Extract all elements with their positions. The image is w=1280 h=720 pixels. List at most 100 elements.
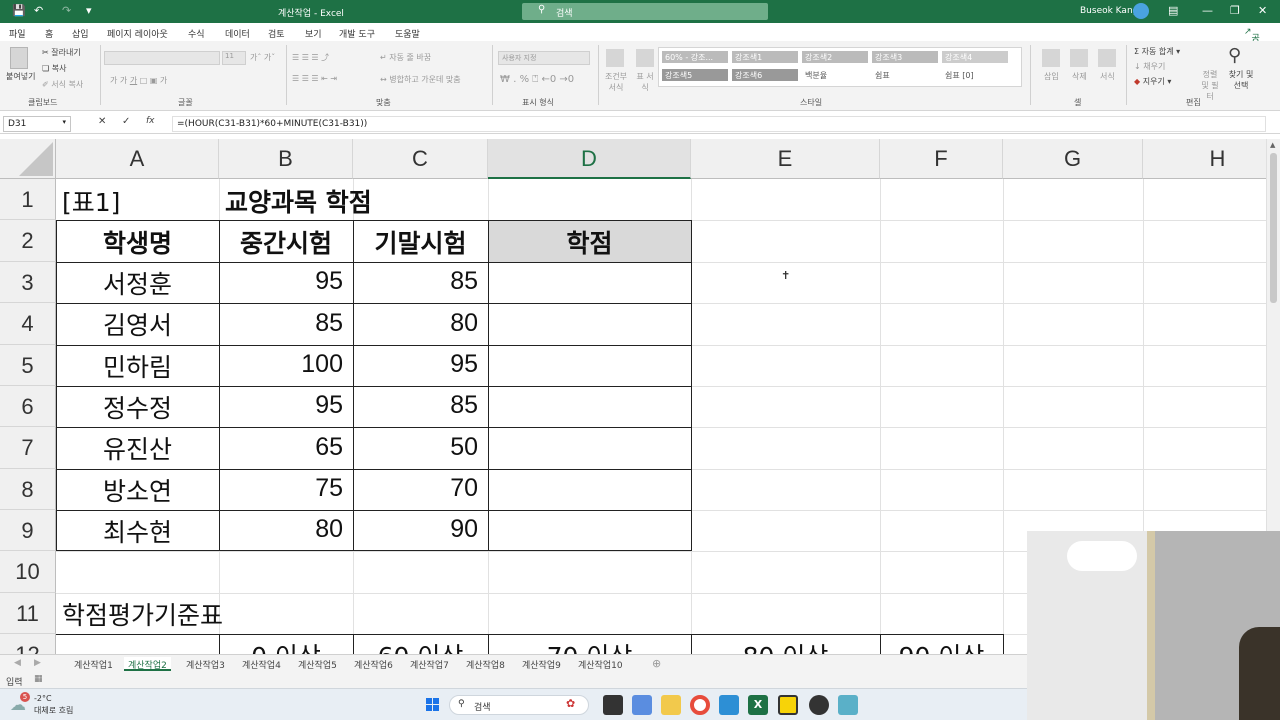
tab-formulas[interactable]: 수식 (188, 27, 205, 40)
scrollbar-thumb[interactable] (1270, 153, 1277, 303)
cell-c8[interactable]: 70 (353, 474, 488, 503)
cancel-icon[interactable]: ✕ (98, 116, 106, 127)
fill-button[interactable]: ↓ 채우기 (1134, 61, 1165, 72)
cell-a1[interactable]: [표1] (62, 183, 120, 219)
column-header-e[interactable]: E (691, 139, 880, 179)
cell-a6[interactable]: 정수정 (56, 389, 219, 425)
sheet-tab-8[interactable]: 계산작업8 (462, 657, 509, 671)
column-header-a[interactable]: A (56, 139, 219, 179)
cell-d12[interactable]: 70 이상 (488, 637, 691, 654)
cell-c12[interactable]: 60 이상 (353, 637, 488, 654)
font-name-dropdown[interactable] (104, 51, 220, 65)
scroll-up-icon[interactable]: ▲ (1270, 141, 1275, 149)
format-label[interactable]: 서식 (1100, 71, 1115, 82)
cell-c7[interactable]: 50 (353, 433, 488, 462)
cell-b6[interactable]: 95 (219, 391, 353, 420)
conditional-format-icon[interactable] (606, 49, 624, 67)
cell-f12[interactable]: 90 이상 (880, 637, 1003, 654)
format-table-label[interactable]: 표 서식 (636, 71, 654, 93)
align-top-icons[interactable]: ☰ ☰ ☰ ⤴ (292, 52, 329, 63)
row-header-7[interactable]: 7 (0, 427, 56, 469)
sheet-tab-5[interactable]: 계산작업5 (294, 657, 341, 671)
clear-button[interactable]: ◆ 지우기 ▾ (1134, 76, 1171, 87)
row-header-5[interactable]: 5 (0, 345, 56, 386)
delete-label[interactable]: 삭제 (1072, 71, 1087, 82)
cell-b7[interactable]: 65 (219, 433, 353, 462)
column-header-h[interactable]: H (1143, 139, 1266, 179)
file-explorer-icon[interactable] (661, 695, 681, 715)
sheet-tab-2[interactable]: 계산작업2 (124, 657, 171, 671)
column-header-c[interactable]: C (353, 139, 488, 179)
find-select-icon[interactable]: ⚲ (1228, 45, 1241, 66)
sheet-tab-10[interactable]: 계산작업10 (574, 657, 627, 671)
sheet-tab-9[interactable]: 계산작업9 (518, 657, 565, 671)
cell-c5[interactable]: 95 (353, 350, 488, 379)
tab-help[interactable]: 도움말 (395, 27, 420, 40)
sheet-tab-7[interactable]: 계산작업7 (406, 657, 453, 671)
row-header-1[interactable]: 1 (0, 179, 56, 220)
cell-b1[interactable]: 교양과목 학점 (225, 183, 372, 219)
paste-label[interactable]: 붙여넣기 (6, 71, 35, 82)
sheet-tab-3[interactable]: 계산작업3 (182, 657, 229, 671)
number-format-icons[interactable]: ₩ ․ % ⍞ ←0 →0 (500, 74, 574, 85)
cell-a11[interactable]: 학점평가기준표 (62, 596, 223, 632)
tab-view[interactable]: 보기 (305, 27, 322, 40)
insert-function-icon[interactable]: fx (146, 116, 155, 126)
cell-b2[interactable]: 중간시험 (219, 224, 353, 260)
cell-b9[interactable]: 80 (219, 515, 353, 544)
format-table-icon[interactable] (636, 49, 654, 67)
style-accent4[interactable]: 강조색4 (942, 51, 1008, 63)
cell-b3[interactable]: 95 (219, 267, 353, 296)
delete-cells-icon[interactable] (1070, 49, 1088, 67)
app-icon[interactable] (809, 695, 829, 715)
cell-d2[interactable]: 학점 (488, 224, 691, 260)
cell-c6[interactable]: 85 (353, 391, 488, 420)
row-header-11[interactable]: 11 (0, 593, 56, 634)
row-header-3[interactable]: 3 (0, 262, 56, 303)
insert-cells-icon[interactable] (1042, 49, 1060, 67)
task-view-icon[interactable] (603, 695, 623, 715)
cell-b5[interactable]: 100 (219, 350, 353, 379)
autosum-button[interactable]: Σ 자동 합계 ▾ (1134, 46, 1180, 57)
cell-a3[interactable]: 서정훈 (56, 265, 219, 301)
style-accent6[interactable]: 강조색6 (732, 69, 798, 81)
cell-a5[interactable]: 민하림 (56, 348, 219, 384)
font-size-dropdown[interactable]: 11 (222, 51, 246, 65)
cell-e12[interactable]: 80 이상 (691, 637, 880, 654)
cell-a9[interactable]: 최수현 (56, 513, 219, 549)
insert-label[interactable]: 삽입 (1044, 71, 1059, 82)
kakaotalk-icon[interactable] (778, 695, 798, 715)
name-box[interactable]: D31 ▾ (3, 116, 71, 132)
weather-temp[interactable]: -2°C (34, 694, 52, 703)
sort-filter-label[interactable]: 정렬 및 필터 (1198, 69, 1222, 102)
column-header-f[interactable]: F (880, 139, 1003, 179)
restore-icon[interactable]: ❐ (1230, 4, 1240, 17)
sheet-tab-6[interactable]: 계산작업6 (350, 657, 397, 671)
redo-icon[interactable]: ↷ (62, 4, 71, 17)
avatar[interactable] (1133, 3, 1149, 19)
style-comma[interactable]: 쉼표 (872, 69, 938, 81)
minimize-icon[interactable]: — (1202, 4, 1213, 17)
weather-desc[interactable]: 대체로 흐림 (34, 705, 73, 716)
quick-access-customize-icon[interactable]: ▾ (86, 4, 92, 17)
tab-insert[interactable]: 삽입 (72, 27, 89, 40)
column-header-d[interactable]: D (488, 139, 691, 179)
find-select-label[interactable]: 찾기 및 선택 (1226, 69, 1256, 91)
cell-a7[interactable]: 유진산 (56, 430, 219, 466)
save-icon[interactable]: 💾 (12, 4, 26, 17)
style-accent3[interactable]: 강조색3 (872, 51, 938, 63)
sheet-nav-next-icon[interactable]: ▶ (34, 658, 41, 668)
style-accent-60[interactable]: 60% - 강조... (662, 51, 728, 63)
font-grow-icon[interactable]: 가ˆ 가ˇ (250, 52, 275, 63)
windows-start-icon[interactable] (426, 698, 440, 712)
row-header-9[interactable]: 9 (0, 510, 56, 551)
sheet-nav-prev-icon[interactable]: ◀ (14, 658, 21, 668)
align-horiz-icons[interactable]: ☰ ☰ ☰ ⇤ ⇥ (292, 74, 337, 83)
cell-c3[interactable]: 85 (353, 267, 488, 296)
row-header-2[interactable]: 2 (0, 220, 56, 262)
row-header-10[interactable]: 10 (0, 551, 56, 593)
select-all-corner[interactable] (0, 139, 56, 179)
row-header-4[interactable]: 4 (0, 303, 56, 345)
cell-b8[interactable]: 75 (219, 474, 353, 503)
enter-icon[interactable]: ✓ (122, 116, 130, 127)
